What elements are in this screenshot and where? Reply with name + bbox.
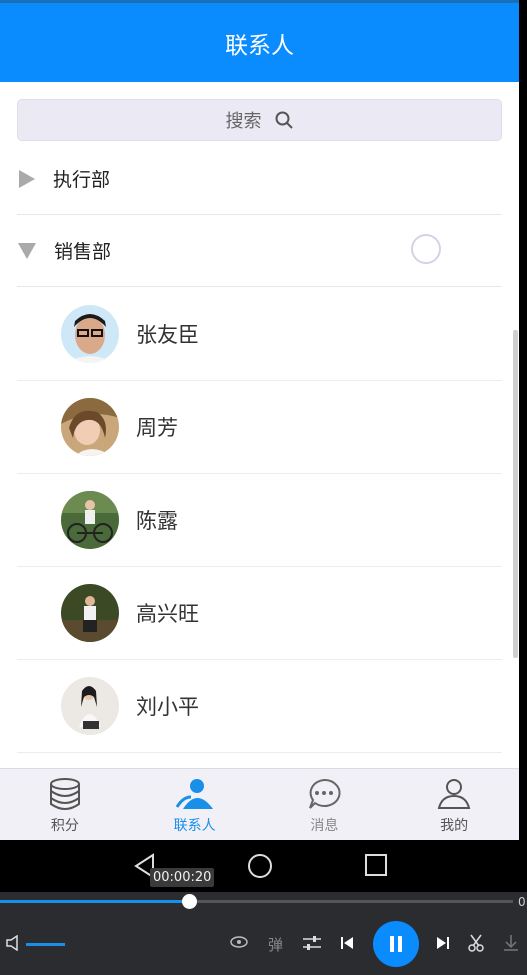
contact-row[interactable]: 高兴旺: [17, 567, 502, 660]
bottom-tab-bar: 积分 联系人 消息 我的: [0, 768, 519, 840]
previous-icon[interactable]: [340, 936, 354, 950]
home-icon[interactable]: [247, 853, 273, 879]
next-icon[interactable]: [436, 936, 450, 950]
pause-button[interactable]: [373, 921, 419, 967]
loading-spinner-icon: [411, 234, 441, 264]
tab-label: 积分: [50, 818, 79, 834]
avatar: [61, 305, 119, 363]
tab-mine[interactable]: 我的: [389, 769, 519, 840]
expanded-arrow-icon: [18, 242, 36, 259]
avatar: [61, 584, 119, 642]
group-name: 销售部: [54, 241, 112, 263]
seek-handle[interactable]: [182, 894, 197, 909]
contacts-icon: [175, 779, 213, 809]
seek-progress: [0, 900, 190, 903]
volume-slider[interactable]: [26, 943, 65, 946]
contact-row[interactable]: 刘小平: [17, 660, 502, 753]
scrollbar[interactable]: [513, 330, 518, 658]
contact-name: 周芳: [136, 416, 178, 440]
tab-label: 消息: [310, 818, 339, 834]
tab-messages[interactable]: 消息: [260, 769, 390, 840]
contact-name: 张友臣: [136, 323, 199, 347]
contact-name: 高兴旺: [136, 602, 199, 626]
side-border: [519, 0, 527, 975]
search-label: 搜索: [225, 111, 262, 132]
tab-contacts[interactable]: 联系人: [130, 769, 260, 840]
download-icon[interactable]: [503, 934, 519, 952]
scissors-icon[interactable]: [468, 934, 484, 952]
avatar: [61, 398, 119, 456]
settings-sliders-icon[interactable]: [302, 936, 322, 950]
contact-name: 刘小平: [136, 695, 199, 719]
current-time-tooltip: 00:00:20: [150, 868, 215, 887]
collapsed-arrow-icon: [19, 169, 35, 188]
header-bar: 联系人: [0, 3, 519, 82]
search-bar[interactable]: 搜索: [17, 99, 502, 141]
contact-row[interactable]: 陈露: [17, 474, 502, 567]
contact-row[interactable]: 周芳: [17, 381, 502, 474]
video-player-bar: 弹: [0, 892, 527, 975]
contact-name: 陈露: [136, 509, 178, 533]
recents-icon[interactable]: [365, 853, 387, 877]
group-row-sales[interactable]: 销售部: [17, 215, 502, 287]
avatar: [61, 491, 119, 549]
tab-points[interactable]: 积分: [0, 769, 130, 840]
app-screen: 联系人 搜索 执行部 销售部 张友臣 周芳 陈露 高兴旺 刘小平 积分 联系人 …: [0, 0, 519, 840]
pause-icon: [390, 936, 402, 952]
contact-row[interactable]: 张友臣: [17, 288, 502, 381]
android-nav-bar: [0, 840, 519, 892]
search-icon: [275, 111, 293, 129]
database-icon: [49, 778, 80, 810]
group-row-executive[interactable]: 执行部: [17, 143, 502, 215]
danmaku-toggle[interactable]: 弹: [268, 934, 283, 955]
group-name: 执行部: [53, 169, 111, 191]
volume-icon[interactable]: [6, 935, 20, 951]
avatar: [61, 677, 119, 735]
end-time: 0: [518, 895, 526, 909]
tab-label: 我的: [440, 818, 469, 834]
page-title: 联系人: [225, 32, 294, 59]
tab-label: 联系人: [173, 818, 216, 834]
chat-bubble-icon: [309, 778, 341, 809]
user-icon: [437, 779, 471, 809]
eye-icon[interactable]: [230, 935, 248, 949]
